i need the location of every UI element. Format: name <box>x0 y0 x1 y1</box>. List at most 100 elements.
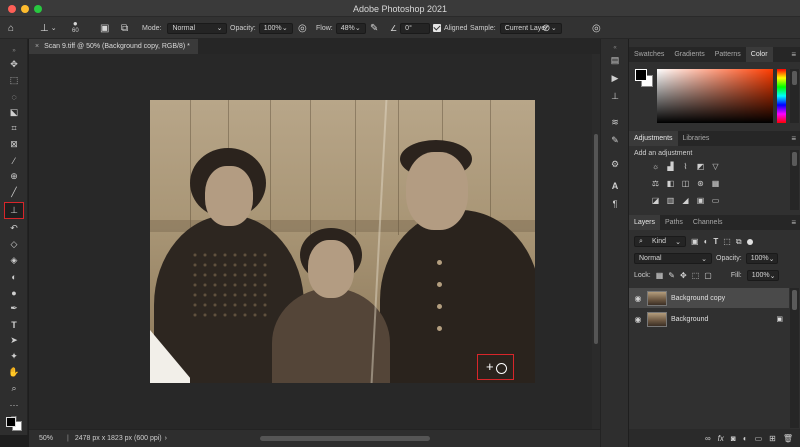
photo-filter-icon[interactable]: ◫ <box>681 179 690 188</box>
ignore-adjustment-layers-icon[interactable]: ⊘ <box>542 22 550 34</box>
blend-mode-dropdown[interactable]: Normal ⌄ <box>634 253 712 264</box>
new-group-icon[interactable]: ▭ <box>755 434 763 443</box>
new-adjustment-layer-icon[interactable]: ◐ <box>743 434 748 443</box>
type-tool-icon[interactable]: T <box>5 317 23 332</box>
link-layers-icon[interactable]: ∞ <box>705 434 711 443</box>
selective-color-icon[interactable]: ▣ <box>696 196 705 205</box>
new-layer-icon[interactable]: ⊞ <box>769 434 776 443</box>
flow-field[interactable]: 48% ⌄ <box>335 22 366 34</box>
angle-field[interactable]: 0° <box>400 22 431 34</box>
filter-adjustment-icon[interactable]: ◐ <box>704 237 709 246</box>
delete-layer-icon[interactable]: 🗑 <box>783 434 793 443</box>
brush-size-picker[interactable]: ● 60 <box>72 19 79 37</box>
channel-mixer-icon[interactable]: ⊛ <box>696 179 705 188</box>
clone-stamp-tool-icon[interactable]: ⊥ <box>4 202 24 219</box>
pressure-opacity-icon[interactable]: ◎ <box>298 22 307 34</box>
toggle-clone-source-icon[interactable]: ▣ <box>100 22 109 34</box>
tab-patterns[interactable]: Patterns <box>710 47 746 62</box>
sample-dropdown[interactable]: Current Layer ⌄ <box>499 22 562 34</box>
panel-menu-icon[interactable]: ≡ <box>791 134 796 143</box>
eye-icon[interactable]: ◉ <box>629 315 647 324</box>
close-icon[interactable]: × <box>35 43 39 50</box>
tab-color[interactable]: Color <box>745 47 773 62</box>
color-lookup-icon[interactable]: ▦ <box>711 179 720 188</box>
invert-icon[interactable]: ◪ <box>651 196 660 205</box>
character-panel-icon[interactable]: A <box>607 179 623 193</box>
layer-row[interactable]: ◉ Background copy <box>629 288 789 308</box>
blur-tool-icon[interactable]: ◐ <box>5 269 23 284</box>
gradient-map-icon[interactable]: ▭ <box>711 196 720 205</box>
layer-filter-dropdown[interactable]: ⌕ Kind ⌄ <box>634 236 686 247</box>
panel-menu-icon[interactable]: ≡ <box>791 218 796 227</box>
mode-dropdown[interactable]: Normal ⌄ <box>167 22 228 34</box>
eraser-tool-icon[interactable]: ◇ <box>5 237 23 252</box>
history-brush-tool-icon[interactable]: ↶ <box>5 221 23 236</box>
layer-style-icon[interactable]: fx <box>718 434 724 443</box>
levels-icon[interactable]: ▟ <box>666 162 675 171</box>
tab-paths[interactable]: Paths <box>660 215 688 230</box>
document-info[interactable]: 2478 px x 1823 px (600 ppi) <box>75 435 162 442</box>
pressure-size-icon[interactable]: ◎ <box>592 22 601 34</box>
brush-tool-icon[interactable]: ╱ <box>5 185 23 200</box>
vibrance-icon[interactable]: ▽ <box>711 162 720 171</box>
tab-swatches[interactable]: Swatches <box>629 47 669 62</box>
lock-artboard-icon[interactable]: ⬚ <box>692 271 700 280</box>
zoom-tool-icon[interactable]: ⌕ <box>5 381 23 396</box>
tab-gradients[interactable]: Gradients <box>669 47 709 62</box>
brush-settings-panel-icon[interactable]: ≋ <box>607 115 623 129</box>
layer-fill-field[interactable]: 100% ⌄ <box>746 270 779 281</box>
pen-tool-icon[interactable]: ✒ <box>5 301 23 316</box>
home-icon[interactable]: ⌂ <box>8 22 14 34</box>
layer-name[interactable]: Background copy <box>671 295 725 302</box>
eyedropper-tool-icon[interactable]: ⁄ <box>5 153 23 168</box>
toggle-brush-settings-icon[interactable]: ⧉ <box>121 22 128 34</box>
tab-adjustments[interactable]: Adjustments <box>629 131 678 146</box>
foreground-color-chip[interactable] <box>635 69 647 81</box>
layers-scrollbar[interactable] <box>790 288 799 428</box>
exposure-icon[interactable]: ◩ <box>696 162 705 171</box>
layer-opacity-field[interactable]: 100% ⌄ <box>745 253 778 264</box>
curves-icon[interactable]: ⌇ <box>681 162 690 171</box>
layer-row[interactable]: ◉ Background ▣ <box>629 309 789 329</box>
lasso-tool-icon[interactable]: ◌ <box>5 89 23 104</box>
actions-panel-icon[interactable]: ▶ <box>607 71 623 85</box>
paint-bucket-tool-icon[interactable]: ◈ <box>5 253 23 268</box>
collapse-toolbar-icon[interactable]: » <box>5 43 23 58</box>
aligned-checkbox[interactable]: Aligned <box>433 22 467 34</box>
lock-image-pixels-icon[interactable]: ✎ <box>668 271 675 280</box>
layer-name[interactable]: Background <box>671 316 708 323</box>
opacity-field[interactable]: 100% ⌄ <box>258 22 293 34</box>
tab-layers[interactable]: Layers <box>629 215 661 230</box>
tool-preset-picker[interactable]: ⊥ ⌄ <box>40 22 57 34</box>
frame-tool-icon[interactable]: ⊠ <box>5 137 23 152</box>
document-tab[interactable]: × Scan 9.tiff @ 50% (Background copy, RG… <box>29 39 198 54</box>
zoom-level[interactable]: 50% <box>39 435 53 442</box>
threshold-icon[interactable]: ◢ <box>681 196 690 205</box>
chevron-right-icon[interactable]: › <box>165 435 167 442</box>
hand-tool-icon[interactable]: ✋ <box>5 365 23 380</box>
color-field[interactable] <box>657 69 773 123</box>
color-balance-icon[interactable]: ⚖ <box>651 179 660 188</box>
posterize-icon[interactable]: ▥ <box>666 196 675 205</box>
paragraph-panel-icon[interactable]: ¶ <box>607 197 623 211</box>
object-selection-tool-icon[interactable]: ⬕ <box>5 105 23 120</box>
marquee-tool-icon[interactable]: ⬚ <box>5 73 23 88</box>
move-tool-icon[interactable]: ✥ <box>5 57 23 72</box>
shape-tool-icon[interactable]: ✦ <box>5 349 23 364</box>
tab-libraries[interactable]: Libraries <box>678 131 715 146</box>
filter-pixel-icon[interactable]: ▣ <box>691 237 699 246</box>
more-tools-icon[interactable]: ··· <box>5 397 23 412</box>
canvas-vertical-scrollbar[interactable] <box>592 54 600 429</box>
healing-brush-tool-icon[interactable]: ⊕ <box>5 169 23 184</box>
add-mask-icon[interactable]: ◙ <box>731 434 736 443</box>
airbrush-icon[interactable]: ✎ <box>370 22 378 34</box>
eye-icon[interactable]: ◉ <box>629 294 647 303</box>
adjustments-scrollbar[interactable] <box>790 150 799 210</box>
black-white-icon[interactable]: ◧ <box>666 179 675 188</box>
filter-shape-icon[interactable]: ⬚ <box>723 237 731 246</box>
brushes-panel-icon[interactable]: ✎ <box>607 133 623 147</box>
lock-transparent-pixels-icon[interactable]: ▦ <box>656 271 664 280</box>
lock-all-icon[interactable]: ▢ <box>704 271 712 280</box>
tab-channels[interactable]: Channels <box>688 215 728 230</box>
filter-type-icon[interactable]: T <box>713 237 718 246</box>
